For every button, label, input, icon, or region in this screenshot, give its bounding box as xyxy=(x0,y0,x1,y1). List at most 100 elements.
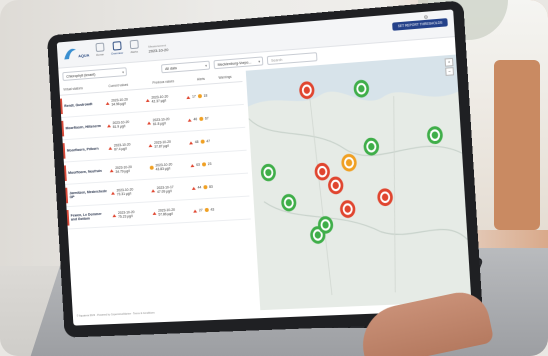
previous-reading: 37.87 µg/l xyxy=(154,143,169,149)
nav-overview[interactable]: Overview xyxy=(108,41,126,56)
station-map[interactable]: + − © OpenStreetMap contributors xyxy=(245,54,472,311)
previous-reading: 61.8 µg/l xyxy=(152,121,166,127)
alert-triangle-icon xyxy=(108,146,113,150)
warning-count: 67 xyxy=(204,116,209,121)
alert-triangle-icon xyxy=(190,163,195,167)
photo-background: AQUA Home Overview Alerts Measurement 20… xyxy=(0,0,548,356)
alert-triangle-icon xyxy=(112,213,117,217)
app-footer: © Aquatera 2023 · Powered by CopernicusM… xyxy=(76,311,155,318)
warning-count: 23 xyxy=(207,161,212,167)
parameter-select-value: Chlorophyll (lexant) xyxy=(66,72,96,79)
warning-dot-icon xyxy=(200,139,205,144)
station-name[interactable]: Rendl, Gustrowdt xyxy=(60,101,102,108)
current-value: 2023-10-20 34.79 µg/l xyxy=(106,164,147,175)
alert-triangle-icon xyxy=(152,211,157,215)
alert-count: 27 xyxy=(198,208,203,213)
column-header[interactable]: Virtual stations xyxy=(59,85,104,92)
current-reading: 73.31 µg/l xyxy=(116,191,132,197)
orange-wall xyxy=(494,60,540,230)
alert-triangle-icon xyxy=(145,98,150,102)
warning-count: 18 xyxy=(203,93,208,98)
home-icon xyxy=(95,42,105,53)
current-value: 2023-10-20 34.96 µg/l xyxy=(102,96,143,108)
column-header[interactable]: Previous values xyxy=(148,78,193,85)
chevron-down-icon: ▾ xyxy=(122,70,125,75)
set-report-thresholds-button[interactable]: SET REPORT THRESHOLDS xyxy=(392,18,448,31)
alert-count: 48 xyxy=(194,139,199,145)
station-name[interactable]: Jarmitzen, Mederchede OP xyxy=(66,189,108,199)
current-reading: 75.23 µg/l xyxy=(118,214,133,219)
warning-dot-icon xyxy=(197,94,202,99)
nav-home-label: Home xyxy=(96,52,104,57)
alert-triangle-icon xyxy=(186,95,191,99)
alert-triangle-icon xyxy=(109,168,114,172)
warning-dot-icon xyxy=(199,116,204,122)
search-placeholder: Search xyxy=(270,57,283,63)
station-name[interactable]: Fewen, Le Demmer and Gottom xyxy=(67,212,109,222)
alert-badges: 63 23 xyxy=(186,161,225,167)
previous-value: 2023-10-20 37.87 µg/l xyxy=(144,138,185,150)
region-select[interactable]: Mecklenburg-Vorpo... ▾ xyxy=(213,56,264,70)
previous-value: 2023-10-17 47.09 µg/l xyxy=(147,184,188,195)
share-icon xyxy=(112,41,122,51)
region-select-value: Mecklenburg-Vorpo... xyxy=(217,60,252,67)
column-header[interactable]: Alerts xyxy=(193,76,215,82)
current-value: 2023-10-20 75.23 µg/l xyxy=(108,209,149,220)
alert-triangle-icon xyxy=(110,191,115,195)
zoom-out-button[interactable]: − xyxy=(445,67,455,76)
current-reading: 34.96 µg/l xyxy=(111,101,126,107)
search-input[interactable]: Search xyxy=(266,52,318,66)
chevron-down-icon: ▾ xyxy=(205,63,208,68)
previous-reading: 57.86 µg/l xyxy=(158,211,173,217)
column-header[interactable]: Current values xyxy=(105,81,149,88)
warning-count: 43 xyxy=(210,207,215,212)
alert-triangle-icon xyxy=(147,120,152,125)
warning-dot-icon xyxy=(201,162,206,167)
previous-value: 2023-10-20 61.8 µg/l xyxy=(143,116,184,128)
stations-table: Virtual stations Current values Previous… xyxy=(59,71,256,318)
previous-value: 2023-10-20 43.83 µg/l xyxy=(146,161,187,172)
alert-badges: 17 18 xyxy=(182,93,221,100)
previous-reading: 43.83 µg/l xyxy=(155,166,171,172)
current-reading: 87.4 µg/l xyxy=(114,146,127,152)
parameter-select[interactable]: Chlorophyll (lexant) ▾ xyxy=(62,67,128,81)
alert-triangle-icon xyxy=(105,101,110,105)
map-canvas[interactable] xyxy=(245,54,472,311)
station-name[interactable]: Moorfloorn, Neufruin xyxy=(64,169,106,176)
previous-reading: 47.09 µg/l xyxy=(156,189,172,195)
period-select[interactable]: All data ▾ xyxy=(161,60,211,74)
previous-value: 2023-10-20 42.37 µg/l xyxy=(142,93,183,105)
zoom-in-button[interactable]: + xyxy=(444,57,454,67)
alert-badges: 46 67 xyxy=(184,115,223,122)
chevron-down-icon: ▾ xyxy=(258,59,261,64)
station-name[interactable]: Moorfloorn, Hiltenerm xyxy=(62,124,104,131)
column-header[interactable]: Warnings xyxy=(214,74,240,80)
nav-alerts-label: Alerts xyxy=(130,49,138,55)
station-name[interactable]: Moorfloorn, Priborn xyxy=(63,146,105,153)
app-screen: AQUA Home Overview Alerts Measurement 20… xyxy=(56,9,472,326)
alert-badges: 44 83 xyxy=(188,184,227,190)
alert-badges: 27 43 xyxy=(189,207,228,213)
measurement-date[interactable]: Measurement 2023-10-20 xyxy=(148,43,168,53)
nav-overview-label: Overview xyxy=(110,50,124,56)
alert-count: 17 xyxy=(192,94,196,99)
alert-badges: 48 47 xyxy=(185,138,224,145)
date-value: 2023-10-20 xyxy=(148,47,169,54)
alert-triangle-icon xyxy=(187,118,192,122)
current-reading: 81.9 µg/l xyxy=(112,124,126,130)
period-select-value: All data xyxy=(165,66,177,72)
alert-icon xyxy=(129,39,139,50)
map-controls: + − xyxy=(444,57,455,76)
warning-dot-icon xyxy=(204,207,209,213)
warning-count: 83 xyxy=(208,184,213,189)
nav-home[interactable]: Home xyxy=(91,42,109,57)
warning-dot-icon xyxy=(203,185,208,190)
warning-count: 47 xyxy=(206,139,211,144)
alert-triangle-icon xyxy=(151,188,156,192)
warning-dot-icon xyxy=(149,165,154,170)
alert-triangle-icon xyxy=(106,123,111,127)
alert-triangle-icon xyxy=(188,140,194,145)
alert-count: 44 xyxy=(197,185,202,190)
alert-count: 63 xyxy=(196,162,201,167)
nav-alerts[interactable]: Alerts xyxy=(125,39,143,54)
